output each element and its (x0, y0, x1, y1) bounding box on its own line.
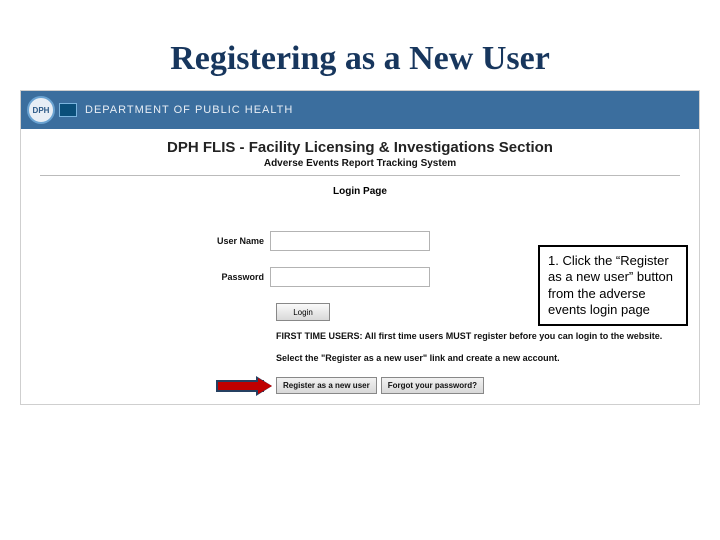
username-label: User Name (40, 236, 270, 246)
logo-text: DPH (33, 106, 50, 115)
divider (40, 175, 680, 176)
action-row: Register as a new user Forgot your passw… (218, 377, 680, 394)
page-title: Registering as a New User (20, 40, 700, 78)
register-hint: Select the "Register as a new user" link… (276, 353, 680, 363)
app-header: DPH DEPARTMENT OF PUBLIC HEALTH (21, 91, 699, 129)
logo-accent-icon (59, 103, 77, 117)
password-label: Password (40, 272, 270, 282)
app-title: DPH FLIS - Facility Licensing & Investig… (21, 139, 699, 156)
register-new-user-button[interactable]: Register as a new user (276, 377, 377, 394)
dph-logo-icon: DPH (27, 96, 55, 124)
instruction-callout: 1. Click the “Register as a new user” bu… (538, 245, 688, 326)
arrow-icon (218, 379, 272, 393)
first-time-hint: FIRST TIME USERS: All first time users M… (276, 331, 680, 341)
login-button[interactable]: Login (276, 303, 330, 321)
department-name: DEPARTMENT OF PUBLIC HEALTH (85, 104, 293, 116)
logo: DPH (27, 96, 77, 124)
slide: Registering as a New User DPH DEPARTMENT… (0, 0, 720, 540)
forgot-password-button[interactable]: Forgot your password? (381, 377, 484, 394)
password-input[interactable] (270, 267, 430, 287)
app-subtitle: Adverse Events Report Tracking System (21, 158, 699, 169)
login-page-title: Login Page (21, 186, 699, 197)
username-input[interactable] (270, 231, 430, 251)
